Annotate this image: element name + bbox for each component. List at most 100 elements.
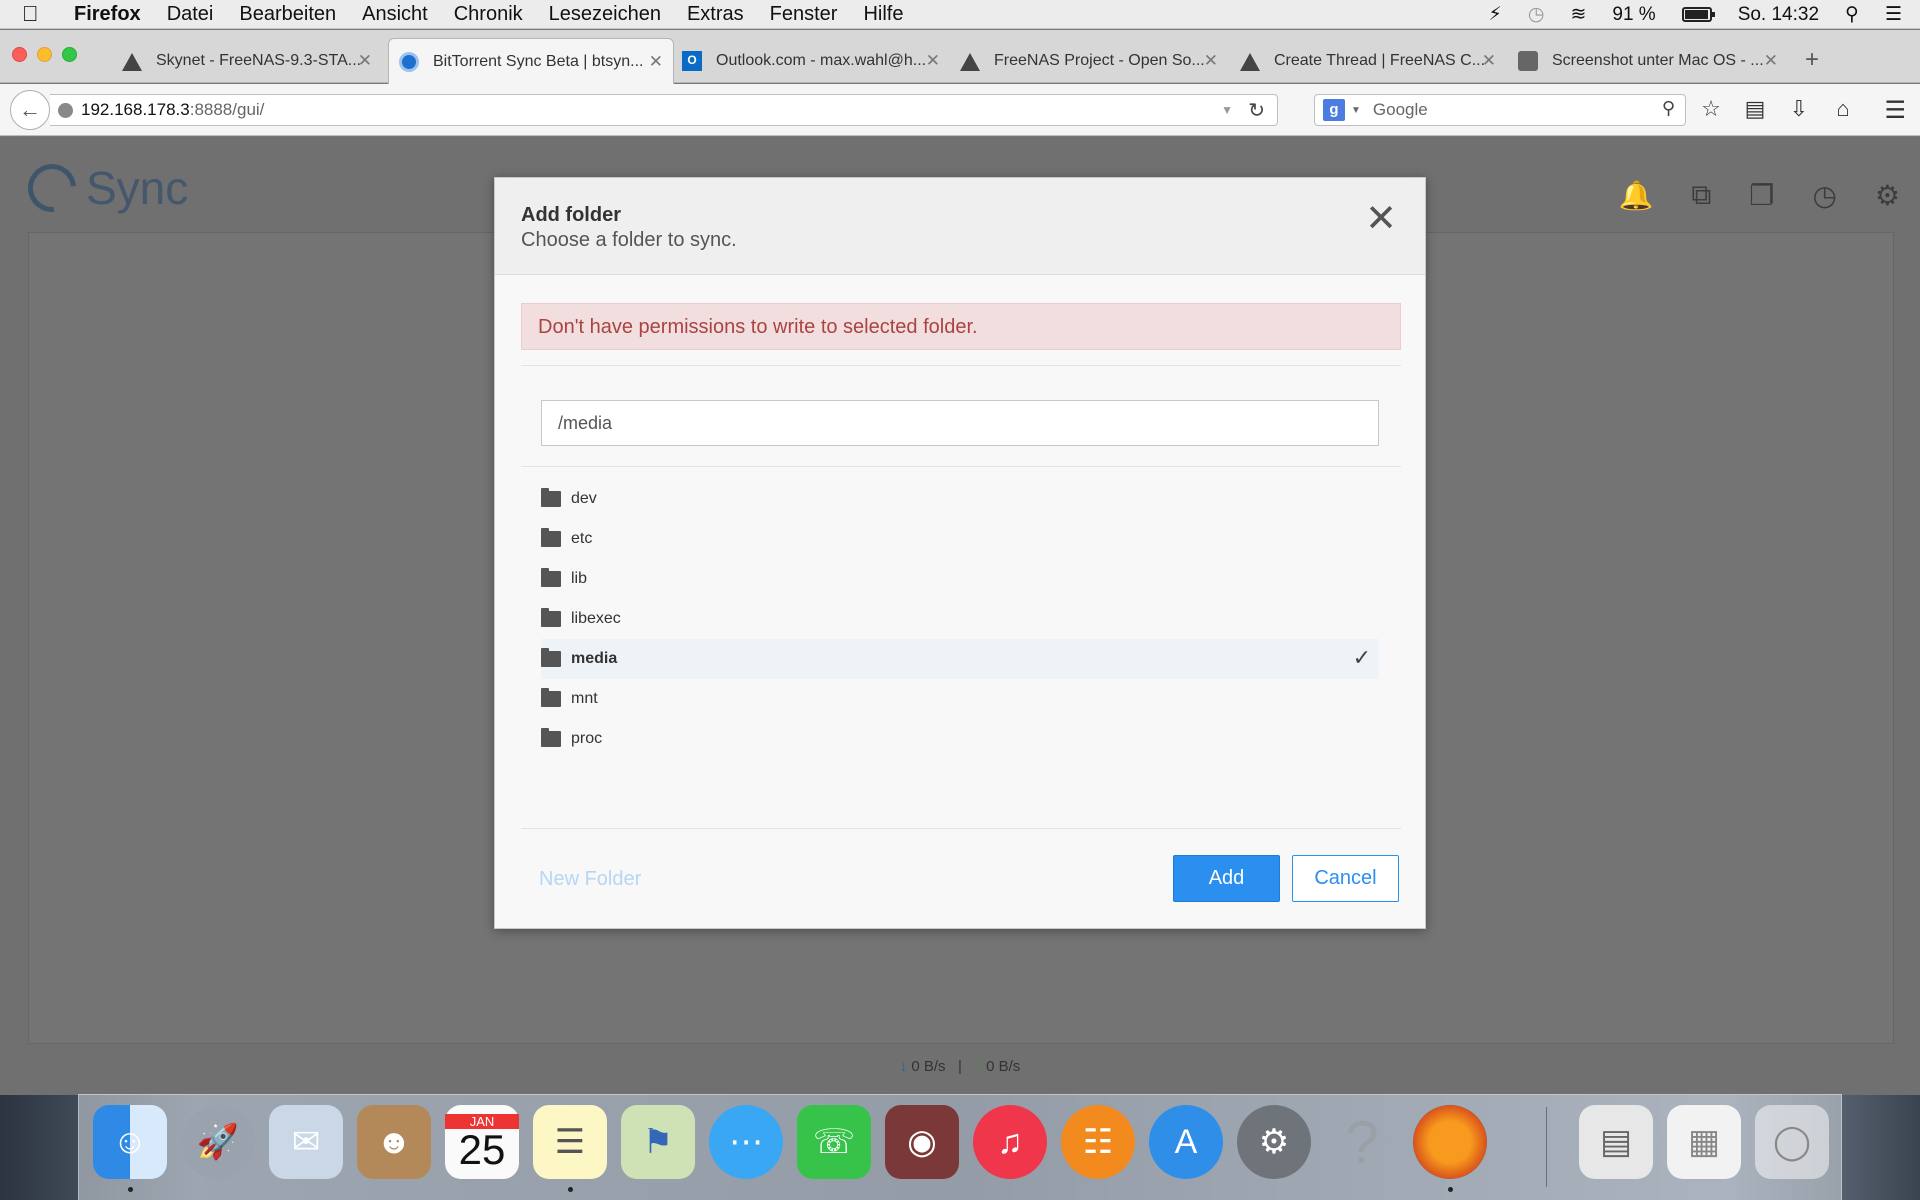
menu-ansicht[interactable]: Ansicht — [362, 3, 428, 26]
wifi-icon[interactable]: ≋ — [1570, 3, 1586, 26]
system-preferences-icon[interactable]: ⚙ — [1237, 1105, 1311, 1179]
folder-row-etc[interactable]: etc — [541, 519, 1379, 559]
folder-row-libexec[interactable]: libexec — [541, 599, 1379, 639]
history-clock-icon[interactable]: ◷ — [1812, 179, 1836, 212]
close-tab-icon[interactable]: ✕ — [1204, 51, 1218, 71]
search-engine-dropdown-icon[interactable]: ▼ — [1351, 105, 1361, 116]
history-dropdown-icon[interactable]: ▼ — [1221, 103, 1233, 117]
tab-strip: Skynet - FreeNAS-9.3-STA... ✕ BitTorrent… — [0, 30, 1920, 84]
search-icon[interactable]: ⚲ — [1662, 98, 1675, 119]
menu-bearbeiten[interactable]: Bearbeiten — [239, 3, 336, 26]
contacts-icon[interactable]: ☻ — [357, 1105, 431, 1179]
minimize-window-button[interactable] — [37, 47, 52, 62]
power-icon[interactable]: ⚡ — [1489, 3, 1502, 26]
close-tab-icon[interactable]: ✕ — [358, 51, 372, 71]
url-bar[interactable]: 192.168.178.3:8888/gui/ ▼ ↻ — [50, 94, 1278, 126]
menu-app-name[interactable]: Firefox — [74, 3, 141, 26]
google-search-engine-icon[interactable]: g — [1323, 99, 1345, 121]
tab-bittorrent-sync[interactable]: BitTorrent Sync Beta | btsyn... ✕ — [388, 38, 674, 84]
freenas-icon — [122, 51, 142, 71]
freenas-icon — [1240, 51, 1260, 71]
applications-stack-icon[interactable]: ▤ — [1579, 1105, 1653, 1179]
menu-clock[interactable]: So. 14:32 — [1738, 4, 1819, 26]
folder-row-proc[interactable]: proc — [541, 719, 1379, 759]
menu-fenster[interactable]: Fenster — [770, 3, 838, 26]
help-question-icon[interactable]: ? — [1325, 1105, 1399, 1179]
close-tab-icon[interactable]: ✕ — [926, 51, 940, 71]
ibooks-icon[interactable]: ☷ — [1061, 1105, 1135, 1179]
battery-icon[interactable] — [1681, 7, 1715, 22]
home-icon[interactable]: ⌂ — [1832, 96, 1854, 122]
close-tab-icon[interactable]: ✕ — [1482, 51, 1496, 71]
menu-hilfe[interactable]: Hilfe — [863, 3, 903, 26]
photo-booth-icon[interactable]: ◉ — [885, 1105, 959, 1179]
back-button[interactable]: ← — [10, 90, 50, 130]
notification-bell-icon[interactable]: 🔔 — [1618, 179, 1653, 212]
tab-screenshot[interactable]: Screenshot unter Mac OS - ... ✕ — [1508, 38, 1788, 83]
download-icon[interactable]: ⇩ — [1788, 96, 1810, 122]
folder-row-media[interactable]: media ✓ — [541, 639, 1379, 679]
url-path: :8888/gui/ — [189, 100, 265, 119]
search-bar[interactable]: g ▼ Google ⚲ — [1314, 94, 1686, 126]
calendar-icon[interactable]: JAN 25 — [445, 1105, 519, 1179]
firefox-icon[interactable] — [1413, 1105, 1487, 1179]
hamburger-menu-icon[interactable]: ☰ — [1884, 96, 1906, 125]
apple-icon[interactable]:  — [22, 1, 62, 27]
close-dialog-icon[interactable]: ✕ — [1365, 200, 1397, 238]
site-identity-icon[interactable] — [58, 102, 73, 118]
app-toolbar: 🔔 ⧉ ❐ ◷ ⚙ — [1618, 179, 1900, 212]
folder-row-mnt[interactable]: mnt — [541, 679, 1379, 719]
folder-name: dev — [571, 490, 597, 507]
fullscreen-window-button[interactable] — [62, 47, 77, 62]
close-tab-icon[interactable]: ✕ — [1764, 51, 1778, 71]
close-window-button[interactable] — [12, 47, 27, 62]
finder-icon[interactable]: ☺ — [93, 1105, 167, 1179]
close-tab-icon[interactable]: ✕ — [649, 52, 663, 72]
tab-title: Outlook.com - max.wahl@h... — [716, 51, 927, 69]
new-tab-icon[interactable]: + — [1805, 46, 1819, 74]
window-controls — [12, 47, 77, 62]
notification-center-icon[interactable]: ☰ — [1885, 3, 1902, 26]
new-folder-link[interactable]: New Folder — [539, 868, 641, 891]
tab-skynet[interactable]: Skynet - FreeNAS-9.3-STA... ✕ — [112, 38, 382, 83]
folder-icon — [541, 568, 561, 587]
folder-row-dev[interactable]: dev — [541, 479, 1379, 519]
bookmark-star-icon[interactable]: ☆ — [1700, 96, 1722, 122]
time-machine-icon[interactable]: ◷ — [1528, 3, 1545, 26]
launchpad-icon[interactable]: 🚀 — [181, 1105, 255, 1179]
trash-icon[interactable]: ◯ — [1755, 1105, 1829, 1179]
settings-gear-icon[interactable]: ⚙ — [1875, 179, 1900, 212]
add-button[interactable]: Add — [1173, 855, 1280, 902]
reload-icon[interactable]: ↻ — [1248, 98, 1265, 123]
bookmarks-list-icon[interactable]: ▤ — [1744, 96, 1766, 122]
menu-extras[interactable]: Extras — [687, 3, 744, 26]
dialog-title: Add folder — [521, 204, 621, 226]
sync-logo-text: Sync — [86, 162, 189, 214]
app-store-icon[interactable]: A — [1149, 1105, 1223, 1179]
calendar-day: 25 — [458, 1125, 506, 1173]
menu-datei[interactable]: Datei — [167, 3, 214, 26]
menu-chronik[interactable]: Chronik — [454, 3, 523, 26]
documents-stack-icon[interactable]: ▦ — [1667, 1105, 1741, 1179]
cancel-button[interactable]: Cancel — [1292, 855, 1399, 902]
messages-icon[interactable]: ⋯ — [709, 1105, 783, 1179]
menu-lesezeichen[interactable]: Lesezeichen — [549, 3, 661, 26]
link-icon[interactable]: ❐ — [1749, 179, 1774, 212]
folder-row-lib[interactable]: lib — [541, 559, 1379, 599]
add-folder-icon[interactable]: ⧉ — [1691, 179, 1711, 212]
running-indicator — [1448, 1187, 1453, 1192]
tab-outlook[interactable]: O Outlook.com - max.wahl@h... ✕ — [672, 38, 950, 83]
tab-create-thread[interactable]: Create Thread | FreeNAS C... ✕ — [1230, 38, 1506, 83]
maps-icon[interactable]: ⚑ — [621, 1105, 695, 1179]
mail-icon[interactable]: ✉ — [269, 1105, 343, 1179]
folder-path-input[interactable] — [541, 400, 1379, 446]
transfer-status-bar: ↓ 0 B/s | ↑ 0 B/s — [899, 1058, 1021, 1075]
spotlight-icon[interactable]: ⚲ — [1845, 3, 1859, 26]
itunes-icon[interactable]: ♫ — [973, 1105, 1047, 1179]
checkmark-icon: ✓ — [1352, 645, 1371, 670]
tab-freenas-project[interactable]: FreeNAS Project - Open So... ✕ — [950, 38, 1228, 83]
upload-rate: 0 B/s — [986, 1058, 1021, 1075]
notes-icon[interactable]: ☰ — [533, 1105, 607, 1179]
facetime-icon[interactable]: ☏ — [797, 1105, 871, 1179]
outlook-icon: O — [682, 50, 702, 71]
